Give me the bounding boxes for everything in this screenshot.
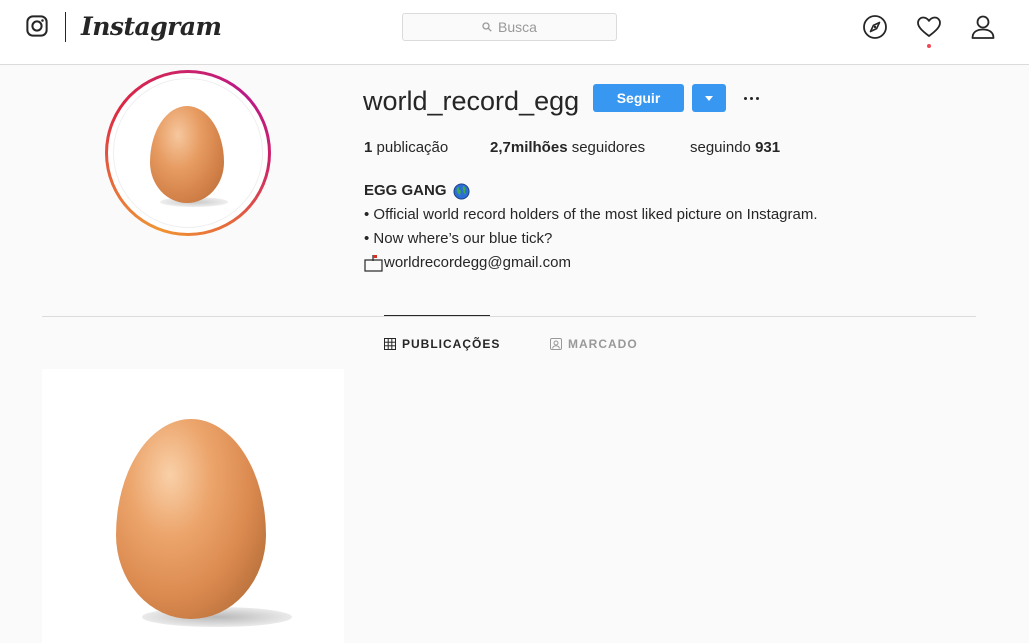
explore-compass-icon[interactable] <box>862 14 888 40</box>
mailbox-icon <box>364 255 383 272</box>
logo-divider <box>65 12 66 42</box>
posts-count: 1 <box>364 139 373 156</box>
avatar-inner <box>108 73 268 233</box>
active-tab-indicator <box>384 315 490 316</box>
posts-label: publicação <box>376 139 449 156</box>
suggestions-dropdown-button[interactable] <box>692 84 726 112</box>
bio-email[interactable]: worldrecordegg@gmail.com <box>384 251 571 275</box>
profile-person-icon[interactable] <box>970 14 996 40</box>
search-icon <box>482 22 492 32</box>
instagram-camera-icon[interactable] <box>26 15 48 37</box>
search-input[interactable]: Busca <box>402 13 617 41</box>
avatar-egg-image <box>113 78 263 228</box>
tagged-person-icon <box>550 338 562 350</box>
caret-down-icon <box>705 95 713 101</box>
follow-button[interactable]: Seguir <box>593 84 684 112</box>
tab-tagged[interactable]: MARCADO <box>550 336 638 352</box>
bio-line-1: • Official world record holders of the m… <box>364 206 818 223</box>
bio-email-row: worldrecordegg@gmail.com <box>364 251 884 275</box>
more-options-button[interactable] <box>740 84 762 112</box>
profile-bio: EGG GANG • Official world record holders… <box>364 179 884 275</box>
more-dot <box>749 96 753 100</box>
posts-stat: 1 publicação <box>364 138 448 158</box>
notification-dot <box>927 44 931 48</box>
following-stat[interactable]: seguindo 931 <box>690 138 780 158</box>
bio-line-2: • Now where’s our blue tick? <box>364 230 553 247</box>
more-dot <box>755 96 759 100</box>
following-label: seguindo <box>690 139 751 156</box>
tab-posts-label: PUBLICAÇÕES <box>402 337 501 351</box>
top-navbar: Instagram Busca <box>0 0 1029 65</box>
more-dot <box>743 96 747 100</box>
activity-heart-icon[interactable] <box>916 14 942 40</box>
followers-label: seguidores <box>571 139 646 156</box>
instagram-wordmark[interactable]: Instagram <box>81 10 222 44</box>
search-placeholder: Busca <box>498 19 537 35</box>
tab-tagged-label: MARCADO <box>568 337 638 351</box>
following-count: 931 <box>755 139 781 156</box>
globe-emoji-icon <box>452 182 470 200</box>
egg-image <box>116 419 266 619</box>
followers-stat[interactable]: 2,7milhões seguidores <box>490 138 645 158</box>
profile-username: world_record_egg <box>363 86 580 116</box>
tab-posts[interactable]: PUBLICAÇÕES <box>384 336 500 352</box>
grid-icon <box>384 338 396 350</box>
post-thumbnail[interactable] <box>42 369 344 643</box>
bio-name: EGG GANG <box>364 182 447 199</box>
profile-avatar[interactable] <box>105 70 271 236</box>
tabs-divider <box>42 316 976 317</box>
egg-image <box>150 106 224 203</box>
followers-count: 2,7milhões <box>490 139 568 156</box>
bio-name-row: EGG GANG <box>364 179 884 203</box>
